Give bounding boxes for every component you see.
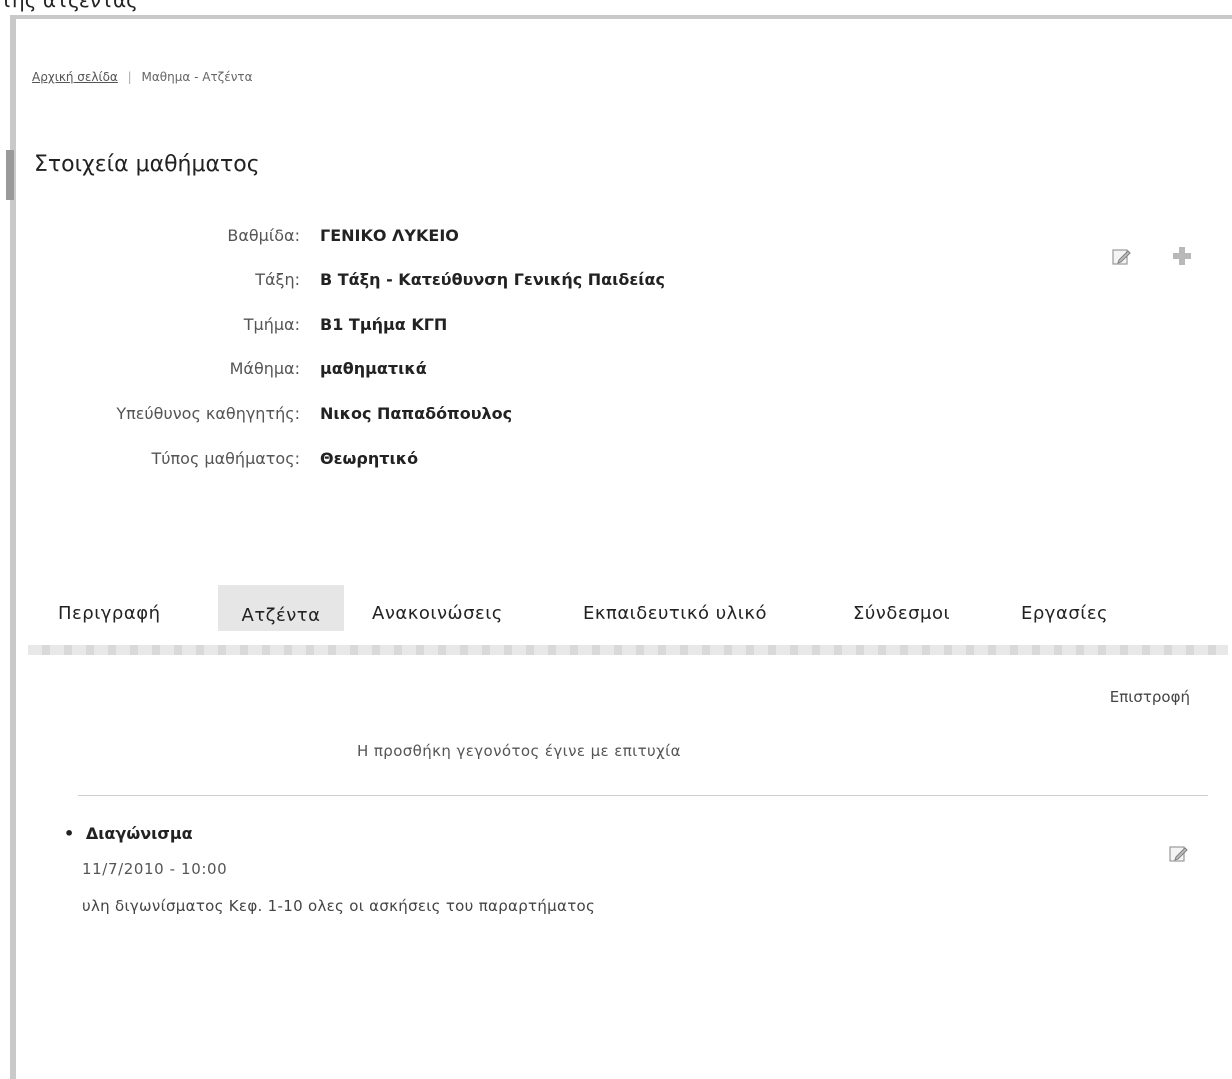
info-value: ΓΕΝΙΚΟ ΛΥΚΕΙΟ — [320, 226, 459, 245]
tab-educational-material[interactable]: Εκπαιδευτικό υλικό — [583, 603, 767, 624]
event-title: • Διαγώνισμα — [64, 824, 193, 843]
info-label: Μάθημα: — [229, 359, 300, 378]
breadcrumb-current: Μαθημα - Ατζέντα — [141, 70, 253, 84]
divider — [78, 795, 1208, 796]
info-value: μαθηματικά — [320, 359, 427, 378]
info-value: Θεωρητικό — [320, 449, 419, 468]
info-label: Υπεύθυνος καθηγητής: — [116, 404, 300, 423]
info-row-level: Βαθμίδα: ΓΕΝΙΚΟ ΛΥΚΕΙΟ — [0, 226, 900, 250]
info-row-type: Τύπος μαθήματος: Θεωρητικό — [0, 449, 900, 473]
tab-divider — [28, 645, 1228, 655]
success-message: Η προσθήκη γεγονότος έγινε με επιτυχία — [357, 742, 681, 760]
breadcrumb: Αρχική σελίδα | Μαθημα - Ατζέντα — [32, 70, 253, 84]
tab-description[interactable]: Περιγραφή — [58, 603, 161, 624]
info-value: Νικος Παπαδόπουλος — [320, 404, 513, 423]
tab-assignments[interactable]: Εργασίες — [1021, 603, 1108, 624]
cut-off-heading: της ατζέντας — [0, 0, 138, 12]
tab-announcements[interactable]: Ανακοινώσεις — [372, 603, 503, 624]
breadcrumb-separator: | — [127, 70, 132, 84]
info-value: Β1 Τμήμα ΚΓΠ — [320, 315, 448, 334]
return-link[interactable]: Επιστροφή — [1110, 688, 1190, 706]
info-label: Τύπος μαθήματος: — [151, 449, 300, 468]
info-label: Τμήμα: — [243, 315, 300, 334]
scrollbar-thumb[interactable] — [6, 150, 14, 200]
info-row-class: Τάξη: Β Τάξη - Κατεύθυνση Γενικής Παιδεί… — [0, 270, 900, 294]
event-title-text: Διαγώνισμα — [85, 824, 193, 843]
breadcrumb-home-link[interactable]: Αρχική σελίδα — [32, 70, 118, 84]
tab-agenda[interactable]: Ατζέντα — [218, 585, 344, 631]
info-label: Βαθμίδα: — [227, 226, 300, 245]
page-title: Στοιχεία μαθήματος — [34, 152, 260, 177]
event-description: υλη διγωνίσματος Κεφ. 1-10 ολες οι ασκήσ… — [82, 897, 596, 915]
info-value: Β Τάξη - Κατεύθυνση Γενικής Παιδείας — [320, 270, 665, 289]
course-tabs: Περιγραφή Ατζέντα Ανακοινώσεις Εκπαιδευτ… — [38, 585, 1218, 645]
plus-icon[interactable] — [1170, 244, 1192, 266]
info-row-section: Τμήμα: Β1 Τμήμα ΚΓΠ — [0, 315, 900, 339]
info-row-teacher: Υπεύθυνος καθηγητής: Νικος Παπαδόπουλος — [0, 404, 900, 428]
edit-icon[interactable] — [1111, 246, 1133, 268]
edit-event-icon[interactable] — [1168, 843, 1190, 865]
info-label: Τάξη: — [255, 270, 300, 289]
tab-links[interactable]: Σύνδεσμοι — [853, 603, 950, 624]
event-bullet: • — [64, 824, 75, 843]
info-row-subject: Μάθημα: μαθηματικά — [0, 359, 900, 383]
event-datetime: 11/7/2010 - 10:00 — [82, 860, 228, 878]
